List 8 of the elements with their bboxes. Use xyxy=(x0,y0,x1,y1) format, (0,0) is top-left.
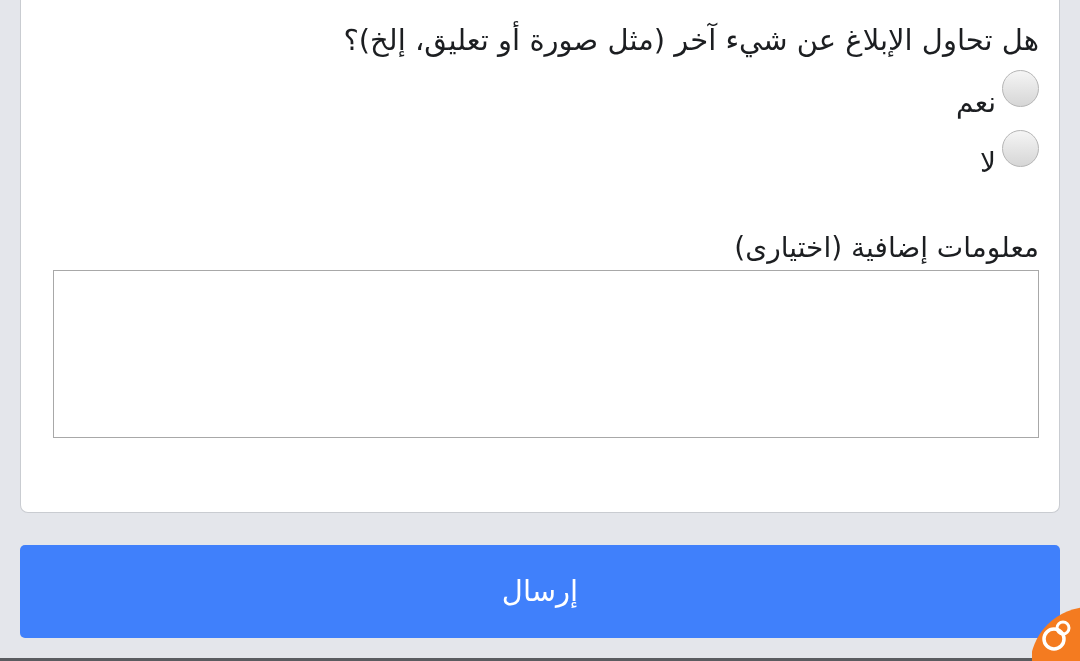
option-label: نعم xyxy=(956,85,996,121)
submit-button[interactable]: إرسال xyxy=(20,545,1060,638)
radio-button[interactable] xyxy=(1002,130,1039,167)
field-label: معلومات إضافية (اختيارى) xyxy=(733,230,1039,266)
option-label: لا xyxy=(980,145,996,181)
additional-info-field[interactable] xyxy=(53,270,1039,438)
question-text: هل تحاول الإبلاغ عن شيء آخر (مثل صورة أو تعليق، إلخ)؟ xyxy=(342,20,1039,60)
radio-button[interactable] xyxy=(1002,70,1039,107)
